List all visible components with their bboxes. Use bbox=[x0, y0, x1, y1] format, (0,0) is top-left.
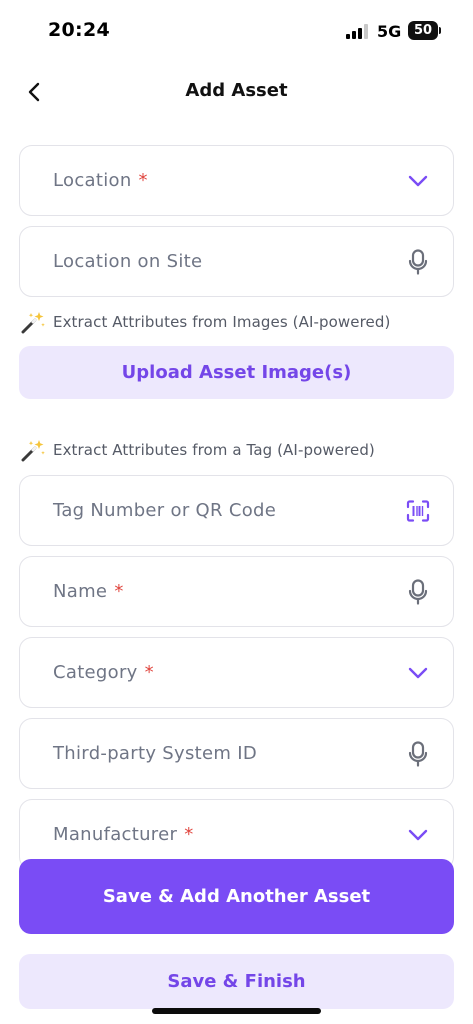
location-label: Location bbox=[53, 170, 132, 191]
add-asset-screen: 20:24 5G 50 Add Asset Location * Locatio… bbox=[0, 0, 473, 1024]
required-marker: * bbox=[114, 581, 124, 602]
battery-tip bbox=[439, 27, 441, 34]
home-indicator bbox=[152, 1008, 321, 1014]
upload-asset-images-button[interactable]: Upload Asset Image(s) bbox=[19, 346, 454, 399]
name-label-wrap: Name * bbox=[53, 557, 124, 626]
save-add-another-button[interactable]: Save & Add Another Asset bbox=[19, 859, 454, 934]
manufacturer-label: Manufacturer bbox=[53, 824, 178, 845]
network-type: 5G bbox=[377, 22, 402, 41]
save-finish-button[interactable]: Save & Finish bbox=[19, 954, 454, 1009]
location-on-site-label: Location on Site bbox=[53, 251, 203, 272]
third-party-id-label-wrap: Third-party System ID bbox=[53, 719, 257, 788]
microphone-icon[interactable] bbox=[405, 248, 431, 275]
required-marker: * bbox=[144, 662, 154, 683]
chevron-down-icon bbox=[405, 168, 431, 194]
location-on-site-label-wrap: Location on Site bbox=[53, 227, 202, 296]
status-bar: 20:24 5G 50 bbox=[0, 0, 473, 62]
qr-scan-icon[interactable] bbox=[405, 498, 431, 524]
tag-number-label-wrap: Tag Number or QR Code bbox=[53, 476, 276, 545]
microphone-icon[interactable] bbox=[405, 578, 431, 605]
category-label-wrap: Category * bbox=[53, 638, 154, 707]
extract-tag-hint-text: Extract Attributes from a Tag (AI-powere… bbox=[53, 441, 375, 459]
category-label: Category bbox=[53, 662, 138, 683]
location-on-site-field[interactable]: Location on Site bbox=[19, 226, 454, 297]
microphone-icon[interactable] bbox=[405, 740, 431, 767]
battery-icon: 50 bbox=[408, 21, 438, 40]
required-marker: * bbox=[184, 824, 194, 845]
required-marker: * bbox=[138, 170, 148, 191]
status-time: 20:24 bbox=[48, 19, 110, 41]
extract-tag-hint: Extract Attributes from a Tag (AI-powere… bbox=[20, 438, 375, 462]
chevron-down-icon bbox=[405, 660, 431, 686]
chevron-down-icon bbox=[405, 822, 431, 848]
name-field[interactable]: Name * bbox=[19, 556, 454, 627]
tag-number-field[interactable]: Tag Number or QR Code bbox=[19, 475, 454, 546]
location-select[interactable]: Location * bbox=[19, 145, 454, 216]
third-party-id-label: Third-party System ID bbox=[53, 743, 258, 764]
magic-wand-icon bbox=[21, 312, 45, 334]
magic-wand-icon bbox=[21, 440, 45, 462]
third-party-id-field[interactable]: Third-party System ID bbox=[19, 718, 454, 789]
page-title: Add Asset bbox=[185, 80, 288, 101]
category-select[interactable]: Category * bbox=[19, 637, 454, 708]
extract-images-hint: Extract Attributes from Images (AI-power… bbox=[20, 310, 390, 334]
name-label: Name bbox=[53, 581, 108, 602]
cellular-signal-icon bbox=[346, 24, 370, 39]
nav-bar: Add Asset bbox=[0, 66, 473, 116]
tag-number-label: Tag Number or QR Code bbox=[53, 500, 277, 521]
location-label-wrap: Location * bbox=[53, 146, 148, 215]
extract-images-hint-text: Extract Attributes from Images (AI-power… bbox=[53, 313, 391, 331]
